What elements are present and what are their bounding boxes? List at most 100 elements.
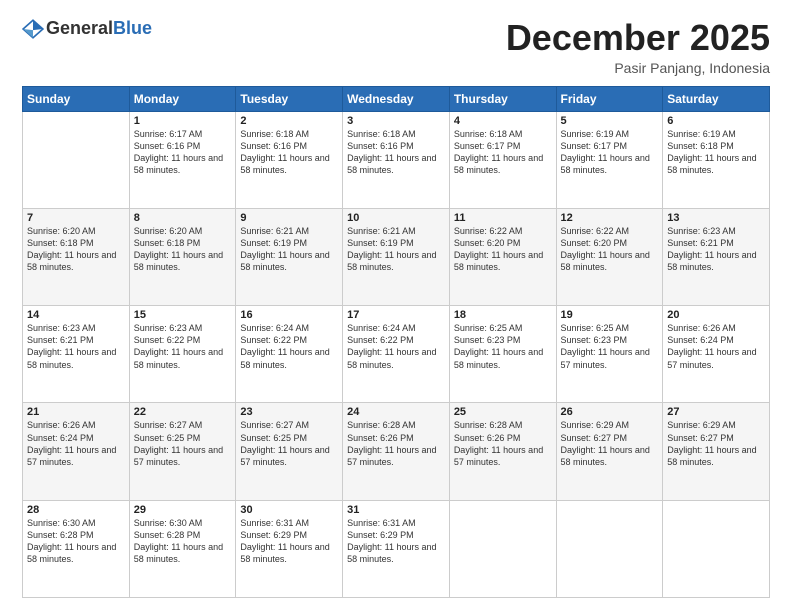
- calendar-cell: 15Sunrise: 6:23 AMSunset: 6:22 PMDayligh…: [129, 306, 236, 403]
- day-info: Sunrise: 6:18 AMSunset: 6:16 PMDaylight:…: [240, 128, 338, 177]
- day-info: Sunrise: 6:19 AMSunset: 6:18 PMDaylight:…: [667, 128, 765, 177]
- calendar-week-3: 14Sunrise: 6:23 AMSunset: 6:21 PMDayligh…: [23, 306, 770, 403]
- day-info: Sunrise: 6:25 AMSunset: 6:23 PMDaylight:…: [454, 322, 552, 371]
- day-info: Sunrise: 6:25 AMSunset: 6:23 PMDaylight:…: [561, 322, 659, 371]
- logo-icon: [22, 18, 44, 40]
- calendar-cell: [663, 500, 770, 597]
- day-info: Sunrise: 6:19 AMSunset: 6:17 PMDaylight:…: [561, 128, 659, 177]
- calendar-cell: 31Sunrise: 6:31 AMSunset: 6:29 PMDayligh…: [343, 500, 450, 597]
- day-number: 15: [134, 309, 232, 321]
- day-number: 22: [134, 406, 232, 418]
- calendar-cell: 5Sunrise: 6:19 AMSunset: 6:17 PMDaylight…: [556, 111, 663, 208]
- calendar-header-sunday: Sunday: [23, 86, 130, 111]
- day-info: Sunrise: 6:27 AMSunset: 6:25 PMDaylight:…: [134, 419, 232, 468]
- day-number: 8: [134, 212, 232, 224]
- title-block: December 2025 Pasir Panjang, Indonesia: [506, 18, 770, 76]
- day-info: Sunrise: 6:23 AMSunset: 6:22 PMDaylight:…: [134, 322, 232, 371]
- day-info: Sunrise: 6:22 AMSunset: 6:20 PMDaylight:…: [454, 225, 552, 274]
- day-info: Sunrise: 6:31 AMSunset: 6:29 PMDaylight:…: [347, 517, 445, 566]
- calendar-cell: 4Sunrise: 6:18 AMSunset: 6:17 PMDaylight…: [449, 111, 556, 208]
- day-number: 27: [667, 406, 765, 418]
- day-number: 19: [561, 309, 659, 321]
- calendar-cell: 8Sunrise: 6:20 AMSunset: 6:18 PMDaylight…: [129, 208, 236, 305]
- day-number: 9: [240, 212, 338, 224]
- day-number: 16: [240, 309, 338, 321]
- logo-general: GeneralBlue: [46, 19, 152, 39]
- day-info: Sunrise: 6:23 AMSunset: 6:21 PMDaylight:…: [27, 322, 125, 371]
- calendar-cell: 30Sunrise: 6:31 AMSunset: 6:29 PMDayligh…: [236, 500, 343, 597]
- day-number: 2: [240, 115, 338, 127]
- calendar-header-friday: Friday: [556, 86, 663, 111]
- day-info: Sunrise: 6:18 AMSunset: 6:17 PMDaylight:…: [454, 128, 552, 177]
- calendar-cell: 29Sunrise: 6:30 AMSunset: 6:28 PMDayligh…: [129, 500, 236, 597]
- calendar-week-4: 21Sunrise: 6:26 AMSunset: 6:24 PMDayligh…: [23, 403, 770, 500]
- day-number: 28: [27, 504, 125, 516]
- day-info: Sunrise: 6:24 AMSunset: 6:22 PMDaylight:…: [240, 322, 338, 371]
- day-info: Sunrise: 6:23 AMSunset: 6:21 PMDaylight:…: [667, 225, 765, 274]
- calendar-cell: 20Sunrise: 6:26 AMSunset: 6:24 PMDayligh…: [663, 306, 770, 403]
- calendar-cell: [23, 111, 130, 208]
- calendar-cell: [556, 500, 663, 597]
- day-info: Sunrise: 6:26 AMSunset: 6:24 PMDaylight:…: [667, 322, 765, 371]
- calendar-cell: 11Sunrise: 6:22 AMSunset: 6:20 PMDayligh…: [449, 208, 556, 305]
- day-info: Sunrise: 6:24 AMSunset: 6:22 PMDaylight:…: [347, 322, 445, 371]
- calendar-week-5: 28 Sunrise: 6:30 AMSunset: 6:28 PMDayligh…: [23, 500, 770, 597]
- day-info: Sunrise: 6:27 AMSunset: 6:25 PMDaylight:…: [240, 419, 338, 468]
- day-info: Sunrise: 6:20 AMSunset: 6:18 PMDaylight:…: [27, 225, 125, 274]
- calendar-cell: 26Sunrise: 6:29 AMSunset: 6:27 PMDayligh…: [556, 403, 663, 500]
- day-number: 13: [667, 212, 765, 224]
- day-number: 4: [454, 115, 552, 127]
- day-info: Sunrise: 6:26 AMSunset: 6:24 PMDaylight:…: [27, 419, 125, 468]
- calendar-header-monday: Monday: [129, 86, 236, 111]
- day-number: 24: [347, 406, 445, 418]
- day-info: Sunrise: 6:21 AMSunset: 6:19 PMDaylight:…: [347, 225, 445, 274]
- calendar-week-2: 7Sunrise: 6:20 AMSunset: 6:18 PMDaylight…: [23, 208, 770, 305]
- day-number: 17: [347, 309, 445, 321]
- page: GeneralBlue December 2025 Pasir Panjang,…: [0, 0, 792, 612]
- calendar-cell: 24Sunrise: 6:28 AMSunset: 6:26 PMDayligh…: [343, 403, 450, 500]
- calendar-cell: 23Sunrise: 6:27 AMSunset: 6:25 PMDayligh…: [236, 403, 343, 500]
- calendar-week-1: 1Sunrise: 6:17 AMSunset: 6:16 PMDaylight…: [23, 111, 770, 208]
- day-info: Sunrise: 6:28 AMSunset: 6:26 PMDaylight:…: [454, 419, 552, 468]
- day-number: 30: [240, 504, 338, 516]
- day-number: 3: [347, 115, 445, 127]
- day-number: 5: [561, 115, 659, 127]
- day-number: 7: [27, 212, 125, 224]
- day-number: 14: [27, 309, 125, 321]
- day-number: 10: [347, 212, 445, 224]
- calendar-cell: 1Sunrise: 6:17 AMSunset: 6:16 PMDaylight…: [129, 111, 236, 208]
- logo: GeneralBlue: [22, 18, 152, 40]
- calendar-cell: 21Sunrise: 6:26 AMSunset: 6:24 PMDayligh…: [23, 403, 130, 500]
- day-number: 18: [454, 309, 552, 321]
- calendar-cell: 28Sunrise: 6:30 AMSunset: 6:28 PMDayligh…: [23, 500, 130, 597]
- day-info: Sunrise: 6:30 AMSunset: 6:28 PMDaylight:…: [134, 517, 232, 566]
- calendar-cell: 3Sunrise: 6:18 AMSunset: 6:16 PMDaylight…: [343, 111, 450, 208]
- day-number: 25: [454, 406, 552, 418]
- calendar-header-saturday: Saturday: [663, 86, 770, 111]
- calendar-header-thursday: Thursday: [449, 86, 556, 111]
- calendar-cell: 2Sunrise: 6:18 AMSunset: 6:16 PMDaylight…: [236, 111, 343, 208]
- day-number: 1: [134, 115, 232, 127]
- day-info: Sunrise: 6:22 AMSunset: 6:20 PMDaylight:…: [561, 225, 659, 274]
- day-info: Sunrise: 6:31 AMSunset: 6:29 PMDaylight:…: [240, 517, 338, 566]
- header: GeneralBlue December 2025 Pasir Panjang,…: [22, 18, 770, 76]
- day-number: 29: [134, 504, 232, 516]
- calendar-cell: 14Sunrise: 6:23 AMSunset: 6:21 PMDayligh…: [23, 306, 130, 403]
- calendar-cell: 22Sunrise: 6:27 AMSunset: 6:25 PMDayligh…: [129, 403, 236, 500]
- calendar-cell: [449, 500, 556, 597]
- day-info: Sunrise: 6:29 AMSunset: 6:27 PMDaylight:…: [561, 419, 659, 468]
- day-info: Sunrise: 6:21 AMSunset: 6:19 PMDaylight:…: [240, 225, 338, 274]
- calendar-cell: 13Sunrise: 6:23 AMSunset: 6:21 PMDayligh…: [663, 208, 770, 305]
- day-info: Sunrise: 6:29 AMSunset: 6:27 PMDaylight:…: [667, 419, 765, 468]
- day-info: Sunrise: 6:28 AMSunset: 6:26 PMDaylight:…: [347, 419, 445, 468]
- day-number: 31: [347, 504, 445, 516]
- calendar-cell: 17Sunrise: 6:24 AMSunset: 6:22 PMDayligh…: [343, 306, 450, 403]
- calendar-cell: 12Sunrise: 6:22 AMSunset: 6:20 PMDayligh…: [556, 208, 663, 305]
- calendar-cell: 27Sunrise: 6:29 AMSunset: 6:27 PMDayligh…: [663, 403, 770, 500]
- calendar-cell: 10Sunrise: 6:21 AMSunset: 6:19 PMDayligh…: [343, 208, 450, 305]
- logo-text: GeneralBlue: [46, 19, 152, 39]
- day-number: 6: [667, 115, 765, 127]
- day-number: 11: [454, 212, 552, 224]
- calendar-header-tuesday: Tuesday: [236, 86, 343, 111]
- day-number: 23: [240, 406, 338, 418]
